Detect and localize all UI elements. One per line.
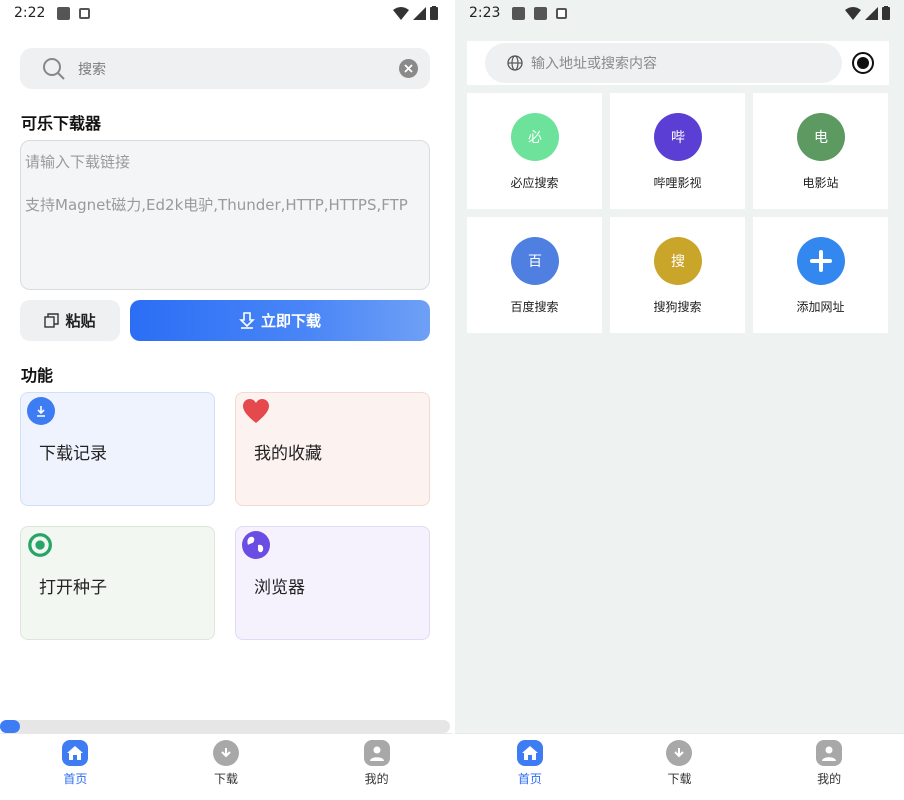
site-label: 添加网址 bbox=[796, 300, 845, 314]
nav-download-label: 下载 bbox=[667, 772, 692, 786]
notification-icon bbox=[534, 6, 548, 20]
favorites-label: 我的收藏 bbox=[254, 444, 322, 464]
status-bar: 2:22 bbox=[0, 0, 452, 26]
home-icon bbox=[62, 740, 89, 766]
copy-icon bbox=[44, 313, 60, 328]
add-site-tile[interactable]: 添加网址 bbox=[753, 217, 888, 333]
plus-icon bbox=[797, 237, 845, 285]
site-tile-bing[interactable]: 必 必应搜索 bbox=[467, 93, 602, 209]
nav-profile[interactable]: 我的 bbox=[789, 740, 869, 787]
image-icon bbox=[512, 6, 526, 20]
battery-icon bbox=[882, 6, 890, 20]
status-bar: 2:23 bbox=[455, 0, 904, 26]
eye-icon bbox=[27, 531, 55, 559]
download-now-button[interactable]: 立即下载 bbox=[130, 300, 430, 341]
nav-profile[interactable]: 我的 bbox=[337, 740, 417, 787]
nav-profile-label: 我的 bbox=[364, 772, 389, 786]
notification-icon-a bbox=[556, 7, 568, 19]
browser-screen: 2:23 输入地址或搜索内容 必 必应搜索 哔 哔哩影视 电 电影站 百 百度搜… bbox=[455, 0, 904, 800]
open-torrent-label: 打开种子 bbox=[39, 578, 107, 598]
search-icon bbox=[43, 57, 65, 80]
bottom-nav: 首页 下载 我的 bbox=[0, 733, 452, 800]
globe-icon bbox=[242, 531, 270, 559]
address-input[interactable]: 输入地址或搜索内容 bbox=[485, 43, 842, 83]
notification-icon bbox=[57, 6, 71, 20]
clear-icon[interactable] bbox=[399, 59, 418, 78]
download-history-label: 下载记录 bbox=[39, 444, 107, 464]
search-label: 搜索 bbox=[78, 61, 106, 78]
features-title: 功能 bbox=[21, 366, 54, 385]
download-icon bbox=[27, 397, 55, 425]
open-torrent-card[interactable]: 打开种子 bbox=[20, 526, 215, 640]
address-placeholder: 输入地址或搜索内容 bbox=[531, 56, 657, 72]
heart-icon bbox=[242, 397, 270, 425]
site-tile-bili[interactable]: 哔 哔哩影视 bbox=[610, 93, 745, 209]
battery-icon bbox=[430, 6, 438, 20]
site-label: 电影站 bbox=[802, 176, 839, 190]
paste-label: 粘贴 bbox=[65, 312, 96, 330]
download-icon bbox=[239, 312, 255, 329]
site-label: 搜狗搜索 bbox=[653, 300, 702, 314]
nav-home-label: 首页 bbox=[63, 772, 88, 786]
baidu-icon: 百 bbox=[511, 237, 559, 285]
download-now-label: 立即下载 bbox=[260, 312, 321, 330]
nav-home[interactable]: 首页 bbox=[35, 740, 115, 787]
site-label: 百度搜索 bbox=[510, 300, 559, 314]
profile-icon bbox=[363, 740, 390, 766]
favorites-card[interactable]: 我的收藏 bbox=[235, 392, 430, 506]
status-time: 2:23 bbox=[469, 5, 501, 21]
bing-icon: 必 bbox=[511, 113, 559, 161]
site-label: 必应搜索 bbox=[510, 176, 559, 190]
link-placeholder: 请输入下载链接 bbox=[25, 153, 131, 171]
notification-icon-a bbox=[79, 7, 91, 19]
bili-icon: 哔 bbox=[654, 113, 702, 161]
site-tile-baidu[interactable]: 百 百度搜索 bbox=[467, 217, 602, 333]
site-label: 哔哩影视 bbox=[653, 176, 702, 190]
site-tile-sogou[interactable]: 搜 搜狗搜索 bbox=[610, 217, 745, 333]
globe-icon bbox=[507, 55, 523, 71]
paste-button[interactable]: 粘贴 bbox=[20, 300, 120, 341]
home-icon bbox=[516, 740, 543, 766]
record-icon[interactable] bbox=[852, 52, 874, 74]
signal-icon bbox=[865, 6, 878, 20]
browser-card[interactable]: 浏览器 bbox=[235, 526, 430, 640]
status-icons bbox=[393, 6, 438, 20]
status-time: 2:22 bbox=[14, 5, 46, 21]
home-screen: 2:22 搜索 可乐下载器 请输入下载链接 支持Magnet磁力,Ed2k电驴,… bbox=[0, 0, 452, 800]
download-progress-bar bbox=[0, 720, 450, 733]
wifi-icon bbox=[845, 6, 861, 20]
download-history-card[interactable]: 下载记录 bbox=[20, 392, 215, 506]
nav-download[interactable]: 下载 bbox=[639, 740, 719, 787]
signal-icon bbox=[413, 6, 426, 20]
download-nav-icon bbox=[212, 740, 239, 766]
browser-label: 浏览器 bbox=[254, 578, 305, 598]
movie-icon: 电 bbox=[797, 113, 845, 161]
search-bar[interactable]: 搜索 bbox=[20, 48, 430, 89]
bottom-nav: 首页 下载 我的 bbox=[455, 733, 904, 800]
supported-protocols-hint: 支持Magnet磁力,Ed2k电驴,Thunder,HTTP,HTTPS,FTP bbox=[25, 196, 408, 214]
download-link-input[interactable]: 请输入下载链接 支持Magnet磁力,Ed2k电驴,Thunder,HTTP,H… bbox=[20, 140, 430, 290]
address-panel: 输入地址或搜索内容 bbox=[467, 41, 889, 85]
download-nav-icon bbox=[666, 740, 693, 766]
wifi-icon bbox=[393, 6, 409, 20]
nav-profile-label: 我的 bbox=[817, 772, 842, 786]
nav-download-label: 下载 bbox=[213, 772, 238, 786]
downloader-title: 可乐下载器 bbox=[21, 114, 102, 133]
site-tile-movie[interactable]: 电 电影站 bbox=[753, 93, 888, 209]
nav-home[interactable]: 首页 bbox=[490, 740, 570, 787]
sogou-icon: 搜 bbox=[654, 237, 702, 285]
status-icons bbox=[845, 6, 890, 20]
nav-download[interactable]: 下载 bbox=[186, 740, 266, 787]
profile-icon bbox=[816, 740, 843, 766]
progress-fill bbox=[0, 720, 21, 733]
nav-home-label: 首页 bbox=[517, 772, 542, 786]
